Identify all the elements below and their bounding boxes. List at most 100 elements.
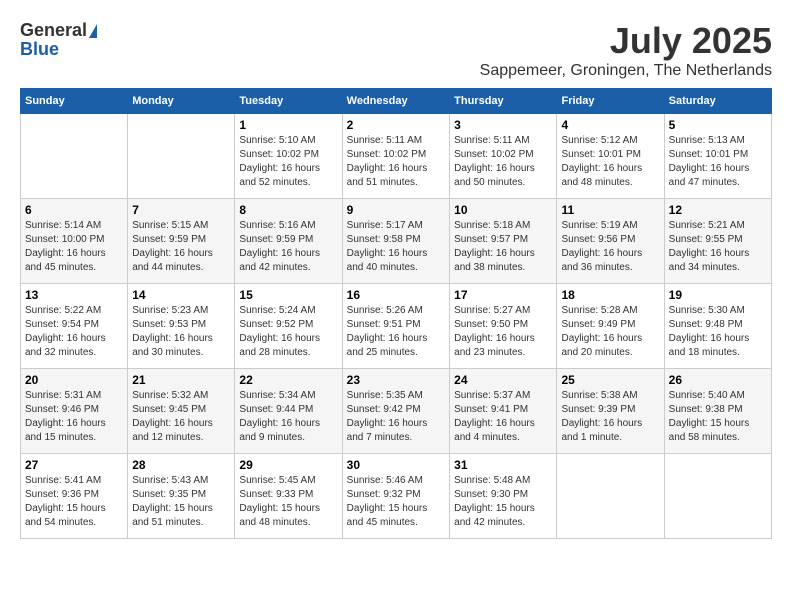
day-number: 6 — [25, 203, 123, 217]
calendar-cell: 21Sunrise: 5:32 AMSunset: 9:45 PMDayligh… — [128, 369, 235, 454]
cell-content: Sunrise: 5:15 AMSunset: 9:59 PMDaylight:… — [132, 219, 230, 275]
cell-content: Sunrise: 5:43 AMSunset: 9:35 PMDaylight:… — [132, 474, 230, 530]
calendar-cell: 29 Sunrise: 5:45 AMSunset: 9:33 PMDayligh… — [235, 454, 342, 539]
day-number: 24 — [454, 373, 552, 387]
calendar-cell — [557, 454, 664, 539]
calendar-week-row: 27Sunrise: 5:41 AMSunset: 9:36 PMDayligh… — [21, 454, 772, 539]
logo: General Blue — [20, 20, 97, 60]
title-section: July 2025 Sappemeer, Groningen, The Neth… — [480, 20, 772, 80]
calendar-cell: 18 Sunrise: 5:28 AMSunset: 9:49 PMDayligh… — [557, 284, 664, 369]
cell-content: Sunrise: 5:45 AMSunset: 9:33 PMDaylight:… — [239, 474, 337, 530]
calendar-table: SundayMondayTuesdayWednesdayThursdayFrid… — [20, 88, 772, 539]
calendar-cell: 9 Sunrise: 5:17 AMSunset: 9:58 PMDaylight… — [342, 199, 449, 284]
day-header-sunday: Sunday — [21, 89, 128, 114]
day-number: 1 — [239, 118, 337, 132]
day-number: 14 — [132, 288, 230, 302]
day-number: 28 — [132, 458, 230, 472]
calendar-cell: 24 Sunrise: 5:37 AMSunset: 9:41 PMDayligh… — [450, 369, 557, 454]
day-number: 21 — [132, 373, 230, 387]
calendar-cell: 12 Sunrise: 5:21 AMSunset: 9:55 PMDayligh… — [664, 199, 771, 284]
day-number: 13 — [25, 288, 123, 302]
calendar-header-row: SundayMondayTuesdayWednesdayThursdayFrid… — [21, 89, 772, 114]
calendar-week-row: 20Sunrise: 5:31 AMSunset: 9:46 PMDayligh… — [21, 369, 772, 454]
calendar-cell: 25Sunrise: 5:38 AMSunset: 9:39 PMDayligh… — [557, 369, 664, 454]
day-number: 22 — [239, 373, 337, 387]
calendar-cell: 26 Sunrise: 5:40 AMSunset: 9:38 PMDayligh… — [664, 369, 771, 454]
logo-general: General — [20, 20, 87, 41]
cell-content: Sunrise: 5:17 AMSunset: 9:58 PMDaylight:… — [347, 219, 445, 275]
calendar-cell: 8 Sunrise: 5:16 AMSunset: 9:59 PMDaylight… — [235, 199, 342, 284]
day-header-thursday: Thursday — [450, 89, 557, 114]
calendar-week-row: 6 Sunrise: 5:14 AMSunset: 10:00 PMDayligh… — [21, 199, 772, 284]
cell-content: Sunrise: 5:16 AMSunset: 9:59 PMDaylight:… — [239, 219, 337, 275]
day-number: 7 — [132, 203, 230, 217]
day-number: 26 — [669, 373, 767, 387]
cell-content: Sunrise: 5:12 AMSunset: 10:01 PMDaylight… — [561, 134, 659, 190]
cell-content: Sunrise: 5:30 AMSunset: 9:48 PMDaylight:… — [669, 304, 767, 360]
day-number: 17 — [454, 288, 552, 302]
day-header-tuesday: Tuesday — [235, 89, 342, 114]
day-number: 2 — [347, 118, 445, 132]
day-number: 23 — [347, 373, 445, 387]
calendar-cell: 4 Sunrise: 5:12 AMSunset: 10:01 PMDayligh… — [557, 114, 664, 199]
cell-content: Sunrise: 5:14 AMSunset: 10:00 PMDaylight… — [25, 219, 123, 275]
day-number: 9 — [347, 203, 445, 217]
day-number: 25 — [561, 373, 659, 387]
day-number: 8 — [239, 203, 337, 217]
cell-content: Sunrise: 5:24 AMSunset: 9:52 PMDaylight:… — [239, 304, 337, 360]
calendar-cell: 6 Sunrise: 5:14 AMSunset: 10:00 PMDayligh… — [21, 199, 128, 284]
day-number: 4 — [561, 118, 659, 132]
calendar-cell: 20Sunrise: 5:31 AMSunset: 9:46 PMDayligh… — [21, 369, 128, 454]
cell-content: Sunrise: 5:34 AMSunset: 9:44 PMDaylight:… — [239, 389, 337, 445]
cell-content: Sunrise: 5:37 AMSunset: 9:41 PMDaylight:… — [454, 389, 552, 445]
cell-content: Sunrise: 5:21 AMSunset: 9:55 PMDaylight:… — [669, 219, 767, 275]
calendar-cell: 10 Sunrise: 5:18 AMSunset: 9:57 PMDayligh… — [450, 199, 557, 284]
day-header-friday: Friday — [557, 89, 664, 114]
calendar-cell: 7 Sunrise: 5:15 AMSunset: 9:59 PMDaylight… — [128, 199, 235, 284]
day-number: 27 — [25, 458, 123, 472]
logo-triangle-icon — [89, 24, 97, 38]
cell-content: Sunrise: 5:35 AMSunset: 9:42 PMDaylight:… — [347, 389, 445, 445]
cell-content: Sunrise: 5:11 AMSunset: 10:02 PMDaylight… — [454, 134, 552, 190]
day-number: 5 — [669, 118, 767, 132]
calendar-cell: 19 Sunrise: 5:30 AMSunset: 9:48 PMDayligh… — [664, 284, 771, 369]
day-number: 10 — [454, 203, 552, 217]
calendar-cell: 23 Sunrise: 5:35 AMSunset: 9:42 PMDayligh… — [342, 369, 449, 454]
calendar-cell: 28 Sunrise: 5:43 AMSunset: 9:35 PMDayligh… — [128, 454, 235, 539]
calendar-week-row: 13 Sunrise: 5:22 AMSunset: 9:54 PMDayligh… — [21, 284, 772, 369]
calendar-cell: 16Sunrise: 5:26 AMSunset: 9:51 PMDayligh… — [342, 284, 449, 369]
day-number: 18 — [561, 288, 659, 302]
cell-content: Sunrise: 5:46 AMSunset: 9:32 PMDaylight:… — [347, 474, 445, 530]
day-number: 19 — [669, 288, 767, 302]
calendar-cell: 1Sunrise: 5:10 AMSunset: 10:02 PMDayligh… — [235, 114, 342, 199]
calendar-cell: 22 Sunrise: 5:34 AMSunset: 9:44 PMDayligh… — [235, 369, 342, 454]
day-number: 12 — [669, 203, 767, 217]
day-number: 31 — [454, 458, 552, 472]
cell-content: Sunrise: 5:48 AMSunset: 9:30 PMDaylight:… — [454, 474, 552, 530]
month-year-title: July 2025 — [480, 20, 772, 62]
calendar-cell — [664, 454, 771, 539]
cell-content: Sunrise: 5:11 AMSunset: 10:02 PMDaylight… — [347, 134, 445, 190]
day-number: 29 — [239, 458, 337, 472]
calendar-cell — [128, 114, 235, 199]
day-header-monday: Monday — [128, 89, 235, 114]
cell-content: Sunrise: 5:40 AMSunset: 9:38 PMDaylight:… — [669, 389, 767, 445]
calendar-cell: 11Sunrise: 5:19 AMSunset: 9:56 PMDayligh… — [557, 199, 664, 284]
calendar-cell: 27Sunrise: 5:41 AMSunset: 9:36 PMDayligh… — [21, 454, 128, 539]
calendar-cell: 31 Sunrise: 5:48 AMSunset: 9:30 PMDayligh… — [450, 454, 557, 539]
day-number: 11 — [561, 203, 659, 217]
cell-content: Sunrise: 5:27 AMSunset: 9:50 PMDaylight:… — [454, 304, 552, 360]
calendar-cell: 13 Sunrise: 5:22 AMSunset: 9:54 PMDayligh… — [21, 284, 128, 369]
day-number: 30 — [347, 458, 445, 472]
calendar-cell — [21, 114, 128, 199]
calendar-cell: 17 Sunrise: 5:27 AMSunset: 9:50 PMDayligh… — [450, 284, 557, 369]
cell-content: Sunrise: 5:31 AMSunset: 9:46 PMDaylight:… — [25, 389, 123, 445]
day-header-saturday: Saturday — [664, 89, 771, 114]
calendar-cell: 3Sunrise: 5:11 AMSunset: 10:02 PMDayligh… — [450, 114, 557, 199]
cell-content: Sunrise: 5:18 AMSunset: 9:57 PMDaylight:… — [454, 219, 552, 275]
page-header: General Blue July 2025 Sappemeer, Gronin… — [20, 20, 772, 80]
calendar-cell: 15Sunrise: 5:24 AMSunset: 9:52 PMDayligh… — [235, 284, 342, 369]
cell-content: Sunrise: 5:28 AMSunset: 9:49 PMDaylight:… — [561, 304, 659, 360]
location-subtitle: Sappemeer, Groningen, The Netherlands — [480, 62, 772, 80]
cell-content: Sunrise: 5:22 AMSunset: 9:54 PMDaylight:… — [25, 304, 123, 360]
